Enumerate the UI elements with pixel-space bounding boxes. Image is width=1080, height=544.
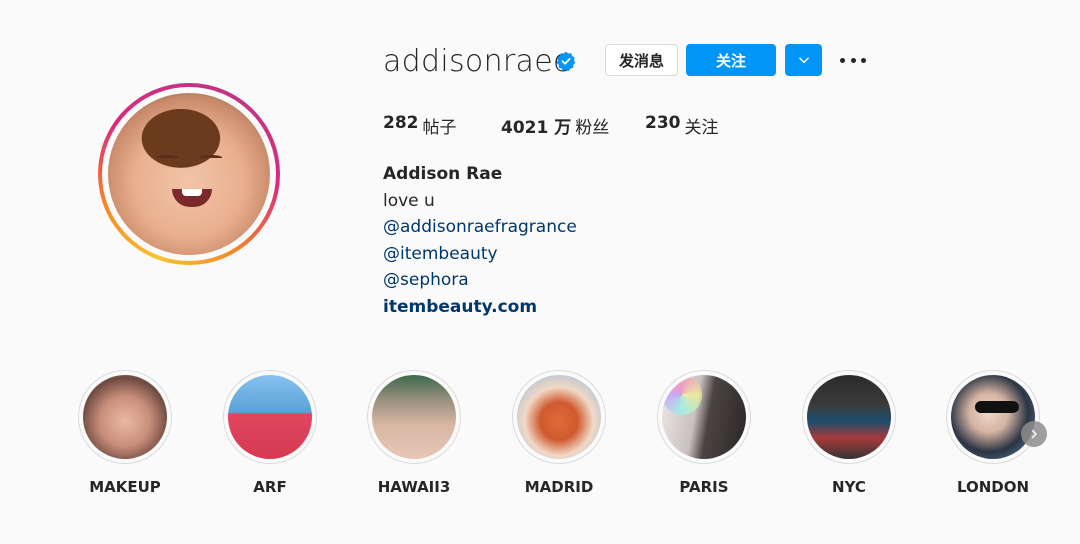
- highlight-paris[interactable]: PARIS: [657, 370, 751, 496]
- more-options-icon[interactable]: [840, 52, 866, 68]
- avatar-frame: [102, 87, 276, 261]
- highlight-cover-image: [662, 375, 746, 459]
- following-stat[interactable]: 230 关注: [645, 113, 719, 138]
- avatar: [108, 93, 270, 255]
- chevron-down-icon: [798, 57, 809, 64]
- avatar-mouth: [172, 189, 212, 207]
- highlight-ring: [512, 370, 606, 464]
- highlight-ring: [946, 370, 1040, 464]
- highlight-label: PARIS: [679, 478, 729, 496]
- profile-bio: Addison Rae love u @addisonraefragrance …: [383, 161, 577, 320]
- highlight-label: NYC: [832, 478, 866, 496]
- suggested-accounts-button[interactable]: [785, 44, 822, 76]
- avatar-eye-right: [200, 155, 222, 160]
- highlight-label: MAKEUP: [89, 478, 161, 496]
- highlight-madrid[interactable]: MADRID: [512, 370, 606, 496]
- posts-count: 282: [383, 113, 419, 133]
- highlight-label: ARF: [253, 478, 287, 496]
- highlight-cover-image: [372, 375, 456, 459]
- highlight-ring: [78, 370, 172, 464]
- highlights-next-button[interactable]: [1021, 421, 1047, 447]
- highlight-cover-image: [951, 375, 1035, 459]
- followers-stat[interactable]: 4021 万 粉丝: [501, 113, 645, 138]
- highlight-makeup[interactable]: MAKEUP: [78, 370, 172, 496]
- highlight-cover-image: [228, 375, 312, 459]
- more-dot: [861, 57, 866, 63]
- highlight-cover-image: [517, 375, 601, 459]
- more-dot: [840, 57, 845, 63]
- highlight-label: HAWAII3: [377, 478, 451, 496]
- profile-avatar-story-ring[interactable]: [98, 83, 280, 265]
- followers-label: 粉丝: [575, 118, 610, 138]
- message-button[interactable]: 发消息: [605, 44, 678, 76]
- highlight-ring: [657, 370, 751, 464]
- highlight-arf[interactable]: ARF: [223, 370, 317, 496]
- highlight-label: LONDON: [956, 478, 1030, 496]
- highlight-ring: [367, 370, 461, 464]
- more-dot: [850, 57, 856, 63]
- username: addisonraee: [383, 44, 572, 79]
- highlight-nyc[interactable]: NYC: [802, 370, 896, 496]
- highlight-label: MADRID: [524, 478, 594, 496]
- follow-button[interactable]: 关注: [686, 44, 776, 76]
- website-link[interactable]: itembeauty.com: [383, 294, 577, 321]
- posts-label: 帖子: [422, 118, 457, 138]
- highlight-cover-image: [83, 375, 167, 459]
- profile-stats: 282 帖子 4021 万 粉丝 230 关注: [383, 113, 719, 138]
- highlight-cover-image: [807, 375, 891, 459]
- following-label: 关注: [684, 118, 719, 138]
- highlight-hawaii3[interactable]: HAWAII3: [367, 370, 461, 496]
- verified-badge-icon: [556, 51, 576, 71]
- avatar-eye-left: [156, 155, 178, 160]
- full-name: Addison Rae: [383, 164, 503, 184]
- bio-mention-addisonraefragrance[interactable]: @addisonraefragrance: [383, 214, 577, 241]
- bio-text: love u: [383, 190, 435, 211]
- highlight-ring: [223, 370, 317, 464]
- chevron-right-icon: [1031, 429, 1037, 439]
- bio-mention-itembeauty[interactable]: @itembeauty: [383, 241, 577, 268]
- followers-count: 4021 万: [501, 118, 572, 138]
- bio-mention-sephora[interactable]: @sephora: [383, 267, 577, 294]
- highlight-ring: [802, 370, 896, 464]
- posts-stat: 282 帖子: [383, 113, 501, 138]
- following-count: 230: [645, 113, 681, 133]
